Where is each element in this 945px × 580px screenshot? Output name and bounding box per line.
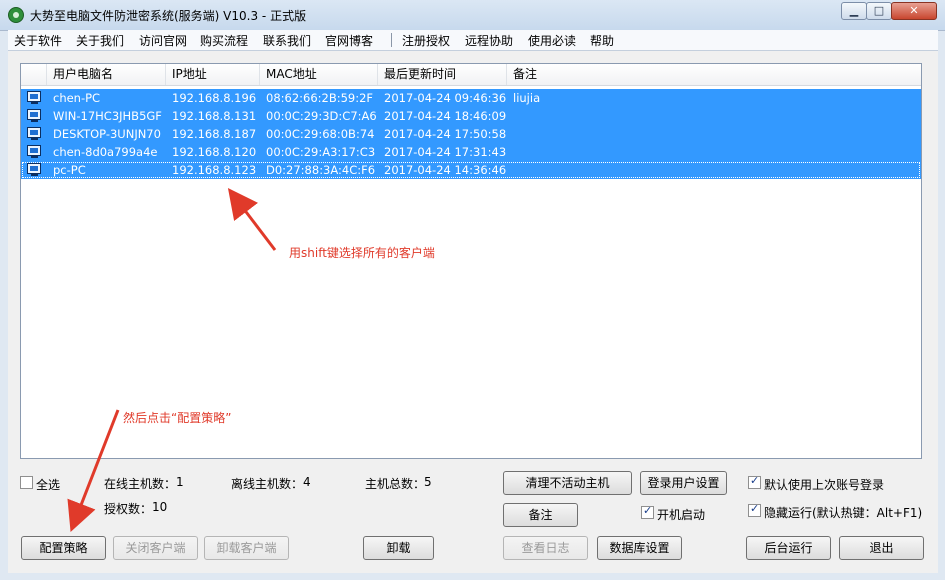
menu-help[interactable]: 帮助 [590, 32, 614, 49]
header-last-update[interactable]: 最后更新时间 [378, 64, 507, 85]
menu-must-read[interactable]: 使用必读 [528, 32, 576, 49]
menu-remote-assist[interactable]: 远程协助 [465, 32, 513, 49]
uninstall-client-button[interactable]: 卸载客户端 [204, 536, 289, 560]
hidden-run-checkbox[interactable] [748, 502, 761, 517]
license-count-value: 10 [152, 500, 168, 514]
window-title: 大势至电脑文件防泄密系统(服务端) V10.3 - 正式版 [30, 9, 307, 23]
cell-computer-name: chen-PC [53, 91, 101, 105]
click-hint-annotation: 然后点击“配置策略” [123, 411, 232, 425]
online-count-value: 1 [176, 475, 184, 489]
cell-mac: 08:62:66:2B:59:2F [266, 91, 374, 105]
cell-mac: 00:0C:29:3D:C7:A6 [266, 109, 377, 123]
computer-icon [27, 109, 41, 120]
table-row[interactable]: chen-PC 192.168.8.196 08:62:66:2B:59:2F … [21, 89, 921, 107]
use-last-account-checkbox[interactable] [748, 474, 761, 489]
database-settings-button[interactable]: 数据库设置 [597, 536, 682, 560]
menu-purchase[interactable]: 购买流程 [200, 32, 248, 49]
client-list[interactable]: 用户电脑名 IP地址 MAC地址 最后更新时间 备注 chen-PC 192.1… [20, 63, 922, 459]
menu-about-us[interactable]: 关于我们 [76, 32, 124, 49]
offline-count-value: 4 [303, 475, 311, 489]
maximize-button[interactable]: □ [866, 2, 892, 20]
uninstall-button[interactable]: 卸载 [363, 536, 434, 560]
background-run-button[interactable]: 后台运行 [746, 536, 831, 560]
cell-computer-name: WIN-17HC3JHB5GF [53, 109, 162, 123]
select-all-checkbox[interactable] [20, 476, 33, 489]
exit-button[interactable]: 退出 [839, 536, 924, 560]
cell-ip: 192.168.8.131 [172, 109, 257, 123]
note-button[interactable]: 备注 [503, 503, 578, 527]
table-row[interactable]: DESKTOP-3UNJN70 192.168.8.187 00:0C:29:6… [21, 125, 921, 143]
license-count-label: 授权数： [104, 502, 153, 516]
cell-note [507, 143, 513, 161]
header-computer-name[interactable]: 用户电脑名 [47, 64, 166, 85]
menu-separator [391, 33, 392, 47]
use-last-account-label[interactable]: 默认使用上次账号登录 [764, 476, 884, 493]
cell-mac: 00:0C:29:68:0B:74 [266, 127, 375, 141]
header-ip[interactable]: IP地址 [166, 64, 260, 85]
menu-register[interactable]: 注册授权 [402, 32, 450, 49]
total-count-label: 主机总数： [365, 477, 426, 491]
app-icon [8, 7, 24, 23]
cell-mac: D0:27:88:3A:4C:F6 [266, 163, 376, 177]
table-row[interactable]: WIN-17HC3JHB5GF 192.168.8.131 00:0C:29:3… [21, 107, 921, 125]
minimize-button[interactable]: ▁ [841, 2, 867, 20]
close-button[interactable]: ✕ [891, 2, 937, 20]
offline-count-label: 离线主机数： [231, 477, 304, 491]
header-mac[interactable]: MAC地址 [260, 64, 378, 85]
title-bar: 大势至电脑文件防泄密系统(服务端) V10.3 - 正式版 ▁ □ ✕ [0, 0, 945, 31]
menu-bar: 关于软件 关于我们 访问官网 购买流程 联系我们 官网博客 注册授权 远程协助 … [8, 30, 938, 51]
cell-ip: 192.168.8.187 [172, 127, 257, 141]
cell-last-update: 2017-04-24 17:31:43 [384, 145, 507, 159]
cell-computer-name: chen-8d0a799a4e [53, 145, 158, 159]
cell-note [507, 125, 513, 143]
computer-icon [27, 127, 41, 138]
close-client-button[interactable]: 关闭客户端 [113, 536, 198, 560]
computer-icon [27, 145, 41, 156]
cell-ip: 192.168.8.123 [172, 163, 257, 177]
login-user-settings-button[interactable]: 登录用户设置 [640, 471, 727, 495]
cell-last-update: 2017-04-24 09:46:36 [384, 91, 507, 105]
view-log-button[interactable]: 查看日志 [503, 536, 588, 560]
cell-note [507, 107, 513, 125]
cell-note: liujia [513, 91, 541, 105]
menu-blog[interactable]: 官网博客 [325, 32, 373, 49]
cell-computer-name: DESKTOP-3UNJN70 [53, 127, 161, 141]
online-count-label: 在线主机数： [104, 477, 177, 491]
computer-icon [27, 163, 41, 174]
cell-last-update: 2017-04-24 18:46:09 [384, 109, 507, 123]
total-count-value: 5 [424, 475, 432, 489]
computer-icon [27, 91, 41, 102]
menu-visit-website[interactable]: 访问官网 [139, 32, 187, 49]
cell-computer-name: pc-PC [53, 163, 86, 177]
cell-ip: 192.168.8.120 [172, 145, 257, 159]
menu-contact[interactable]: 联系我们 [263, 32, 311, 49]
select-all-label[interactable]: 全选 [36, 476, 60, 493]
cell-mac: 00:0C:29:A3:17:C3 [266, 145, 376, 159]
menu-about-software[interactable]: 关于软件 [14, 32, 62, 49]
cell-last-update: 2017-04-24 14:36:46 [384, 163, 507, 177]
list-header: 用户电脑名 IP地址 MAC地址 最后更新时间 备注 [21, 64, 921, 86]
cell-last-update: 2017-04-24 17:50:58 [384, 127, 507, 141]
config-policy-button[interactable]: 配置策略 [21, 536, 106, 560]
header-icon-column [21, 64, 47, 85]
cell-note [507, 161, 513, 179]
shift-hint-annotation: 用shift键选择所有的客户端 [289, 246, 435, 260]
clean-inactive-button[interactable]: 清理不活动主机 [503, 471, 632, 495]
hidden-run-label[interactable]: 隐藏运行(默认热键：Alt+F1) [764, 504, 922, 521]
table-row[interactable]: chen-8d0a799a4e 192.168.8.120 00:0C:29:A… [21, 143, 921, 161]
cell-ip: 192.168.8.196 [172, 91, 257, 105]
autostart-checkbox[interactable] [641, 504, 654, 519]
autostart-label[interactable]: 开机启动 [657, 506, 705, 523]
header-note[interactable]: 备注 [507, 64, 921, 85]
table-row[interactable]: pc-PC 192.168.8.123 D0:27:88:3A:4C:F6 20… [21, 161, 921, 179]
